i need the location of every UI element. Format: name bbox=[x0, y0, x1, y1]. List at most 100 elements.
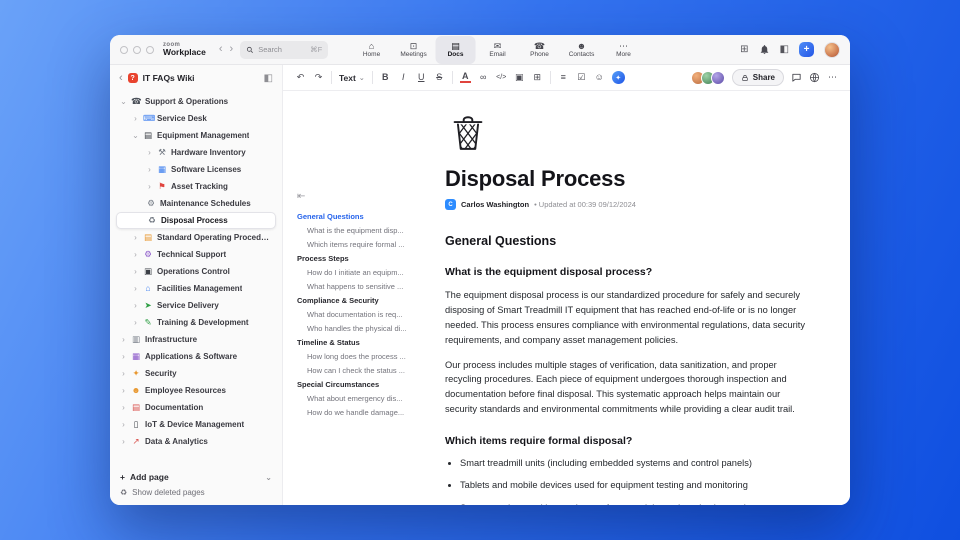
sidebar-item[interactable]: › ▦ Software Licenses bbox=[116, 161, 276, 178]
ai-companion-button[interactable]: ✦ bbox=[611, 71, 625, 84]
toc-item[interactable]: How do we handle damage... bbox=[297, 405, 425, 419]
app-tab[interactable]: ✉ Email bbox=[478, 36, 518, 64]
chevron-icon[interactable]: › bbox=[120, 335, 127, 344]
globe-icon[interactable] bbox=[809, 72, 820, 83]
chevron-icon[interactable]: › bbox=[132, 250, 139, 259]
sidebar-item[interactable]: › ⚒ Hardware Inventory bbox=[116, 144, 276, 161]
toc-item[interactable]: What about emergency dis... bbox=[297, 391, 425, 405]
sidebar-item[interactable]: › ▣ Operations Control bbox=[116, 263, 276, 280]
app-tab[interactable]: ☎ Phone bbox=[520, 36, 560, 64]
sidebar-item[interactable]: › ⌂ Facilities Management bbox=[116, 280, 276, 297]
bold-button[interactable]: B bbox=[380, 73, 391, 82]
sidebar-item[interactable]: › ▤ Standard Operating Procedures bbox=[116, 229, 276, 246]
chevron-icon[interactable]: › bbox=[120, 386, 127, 395]
italic-button[interactable]: I bbox=[398, 73, 409, 82]
underline-button[interactable]: U bbox=[416, 73, 427, 82]
sidebar-item[interactable]: › ▦ Applications & Software bbox=[116, 348, 276, 365]
sidebar-item[interactable]: › ⚑ Asset Tracking bbox=[116, 178, 276, 195]
notifications-bell-icon[interactable] bbox=[759, 44, 770, 55]
toc-item[interactable]: Special Circumstances bbox=[297, 377, 425, 391]
collaborator-avatar[interactable] bbox=[710, 70, 725, 85]
sidebar-item[interactable]: › ⚙ Technical Support bbox=[116, 246, 276, 263]
chevron-icon[interactable]: › bbox=[120, 352, 127, 361]
table-icon[interactable]: ⊞ bbox=[532, 73, 543, 82]
sidebar-item[interactable]: › ▯ IoT & Device Management bbox=[116, 416, 276, 433]
sidebar-item[interactable]: › ➤ Service Delivery bbox=[116, 297, 276, 314]
minimize-window-button[interactable] bbox=[133, 45, 141, 54]
sidebar-item[interactable]: ♻ Disposal Process bbox=[116, 212, 276, 229]
app-tab[interactable]: ⋯ More bbox=[604, 36, 644, 64]
sidebar-item[interactable]: › ✎ Training & Development bbox=[116, 314, 276, 331]
show-deleted-pages-button[interactable]: ♻ Show deleted pages bbox=[120, 488, 272, 497]
chevron-down-icon[interactable]: ⌄ bbox=[265, 473, 272, 482]
toc-item[interactable]: What happens to sensitive ... bbox=[297, 279, 425, 293]
link-icon[interactable]: ∞ bbox=[478, 73, 489, 82]
toc-item[interactable]: Which items require formal ... bbox=[297, 237, 425, 251]
chevron-icon[interactable]: › bbox=[120, 437, 127, 446]
sidebar-item[interactable]: ⚙ Maintenance Schedules bbox=[116, 195, 276, 212]
chevron-icon[interactable]: › bbox=[120, 403, 127, 412]
sidebar-item[interactable]: ⌄ ▤ Equipment Management bbox=[116, 127, 276, 144]
chevron-icon[interactable]: › bbox=[132, 301, 139, 310]
emoji-icon[interactable]: ☺ bbox=[594, 73, 605, 82]
more-options-icon[interactable]: ⋯ bbox=[827, 73, 838, 82]
checklist-icon[interactable]: ☑ bbox=[576, 73, 587, 82]
toc-item[interactable]: Who handles the physical di... bbox=[297, 321, 425, 335]
toc-item[interactable]: Timeline & Status bbox=[297, 335, 425, 349]
chevron-icon[interactable]: › bbox=[146, 165, 153, 174]
bullet-list-icon[interactable]: ≡ bbox=[558, 73, 569, 82]
sidebar-item[interactable]: › ▤ Documentation bbox=[116, 399, 276, 416]
nav-back-button[interactable]: ‹ bbox=[219, 44, 223, 55]
redo-icon[interactable]: ↷ bbox=[313, 73, 324, 82]
chevron-icon[interactable]: › bbox=[132, 318, 139, 327]
toc-item[interactable]: How do I initiate an equipm... bbox=[297, 265, 425, 279]
toc-item[interactable]: Compliance & Security bbox=[297, 293, 425, 307]
share-button[interactable]: Share bbox=[731, 69, 784, 86]
chevron-icon[interactable]: › bbox=[132, 233, 139, 242]
chevron-icon[interactable]: › bbox=[146, 182, 153, 191]
strikethrough-button[interactable]: S bbox=[434, 73, 445, 82]
toc-item[interactable]: What documentation is req... bbox=[297, 307, 425, 321]
panel-toggle-icon[interactable]: ◧ bbox=[780, 44, 789, 55]
chevron-icon[interactable]: ⌄ bbox=[120, 97, 127, 106]
sidebar-back-button[interactable]: ‹ bbox=[119, 72, 123, 84]
chevron-icon[interactable]: › bbox=[146, 148, 153, 157]
code-icon[interactable]: </> bbox=[496, 74, 507, 81]
chevron-icon[interactable]: ⌄ bbox=[132, 131, 139, 140]
app-tab[interactable]: ☻ Contacts bbox=[562, 36, 602, 64]
doc-pane[interactable]: Disposal Process C Carlos Washington • U… bbox=[433, 91, 850, 505]
sidebar-item[interactable]: › ▥ Infrastructure bbox=[116, 331, 276, 348]
image-icon[interactable]: ▣ bbox=[514, 73, 525, 82]
comment-icon[interactable] bbox=[791, 72, 802, 83]
chevron-icon[interactable]: › bbox=[132, 284, 139, 293]
app-tab[interactable]: ⊡ Meetings bbox=[394, 36, 434, 64]
close-window-button[interactable] bbox=[120, 45, 128, 54]
text-color-button[interactable]: A bbox=[459, 71, 471, 84]
add-page-button[interactable]: + Add page ⌄ bbox=[120, 472, 272, 482]
sidebar-collapse-icon[interactable]: ◧ bbox=[264, 73, 273, 84]
global-search-input[interactable]: Search ⌘F bbox=[240, 40, 329, 59]
sidebar-item[interactable]: › ↗ Data & Analytics bbox=[116, 433, 276, 450]
toc-item[interactable]: What is the equipment disp... bbox=[297, 223, 425, 237]
chevron-icon[interactable]: › bbox=[132, 267, 139, 276]
zoom-window-button[interactable] bbox=[146, 45, 154, 54]
sidebar-item[interactable]: ⌄ ☎ Support & Operations bbox=[116, 93, 276, 110]
toc-item[interactable]: How long does the process ... bbox=[297, 349, 425, 363]
app-tab[interactable]: ▤ Docs bbox=[435, 36, 476, 64]
nav-forward-button[interactable]: › bbox=[230, 44, 234, 55]
apps-grid-icon[interactable]: ⊞ bbox=[740, 44, 748, 55]
text-style-dropdown[interactable]: Text ⌄ bbox=[339, 73, 365, 83]
create-new-button[interactable]: + bbox=[799, 42, 814, 57]
toc-item[interactable]: How can I check the status ... bbox=[297, 363, 425, 377]
toc-collapse-icon[interactable]: ⇤ bbox=[297, 191, 425, 202]
app-tab[interactable]: ⌂ Home bbox=[352, 36, 392, 64]
toc-item[interactable]: General Questions bbox=[297, 209, 425, 223]
toc-item[interactable]: Process Steps bbox=[297, 251, 425, 265]
user-avatar[interactable] bbox=[824, 41, 840, 58]
sidebar-item[interactable]: › ✦ Security bbox=[116, 365, 276, 382]
undo-icon[interactable]: ↶ bbox=[295, 73, 306, 82]
chevron-icon[interactable]: › bbox=[120, 420, 127, 429]
sidebar-item[interactable]: › ⌨ Service Desk bbox=[116, 110, 276, 127]
sidebar-item[interactable]: › ☻ Employee Resources bbox=[116, 382, 276, 399]
chevron-icon[interactable]: › bbox=[120, 369, 127, 378]
